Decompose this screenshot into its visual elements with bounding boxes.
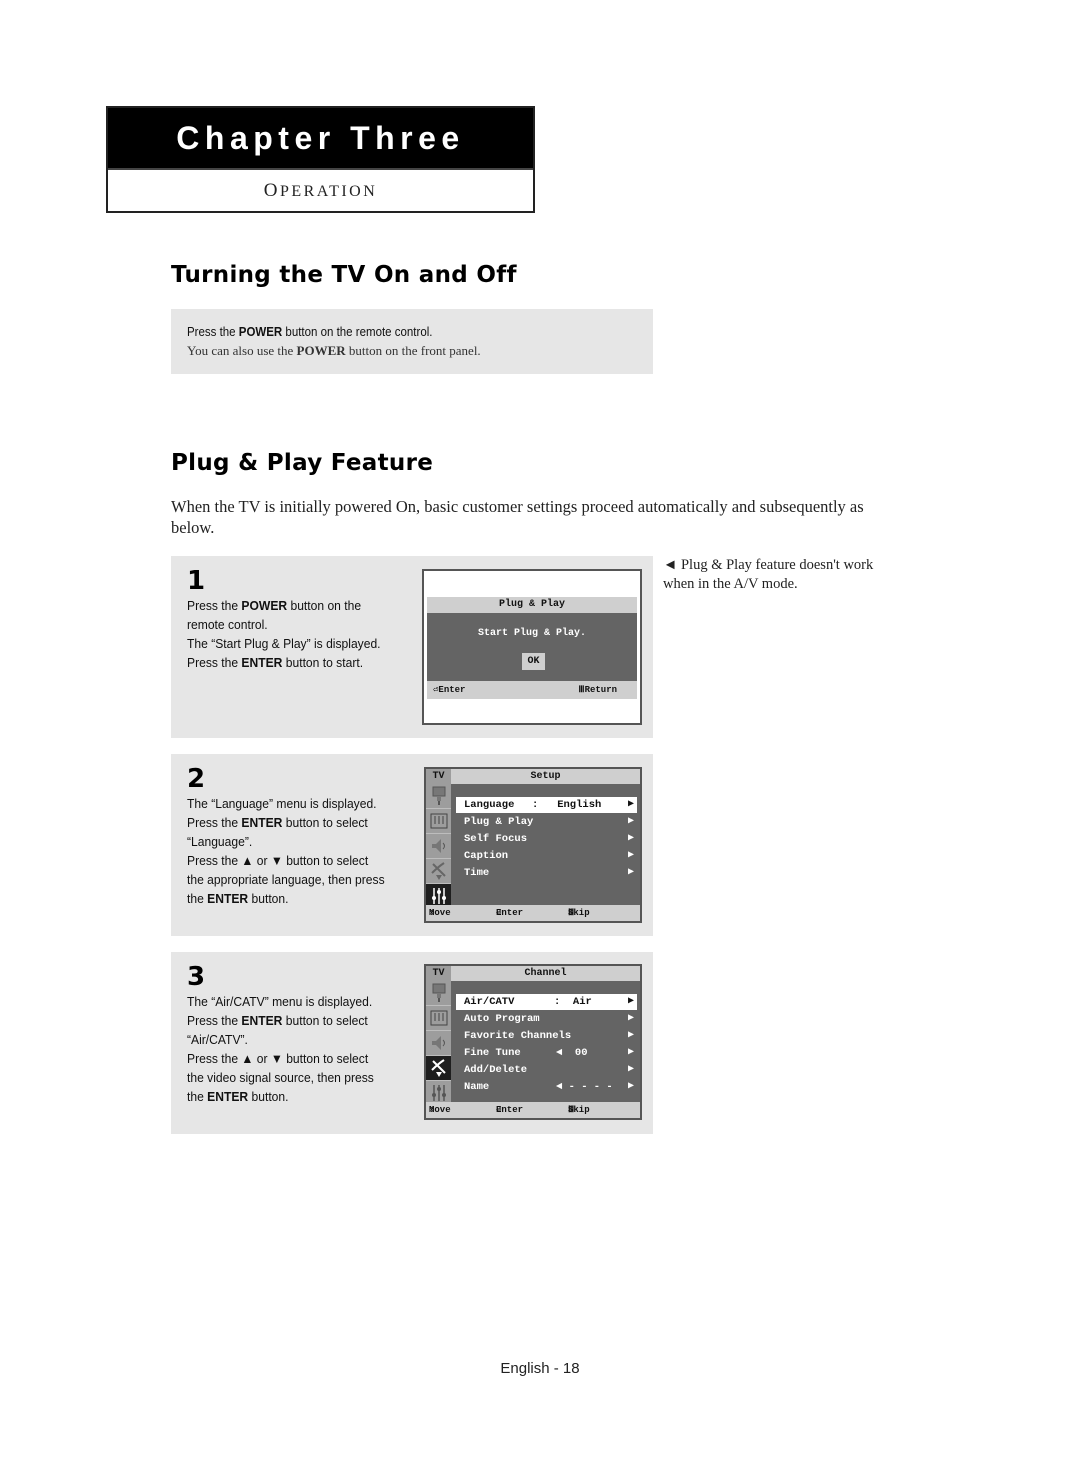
picture-icon[interactable] bbox=[426, 981, 451, 1006]
menu-item-language[interactable]: Language: English ▶ bbox=[456, 797, 637, 813]
arrow-right-icon: ▶ bbox=[627, 996, 634, 1007]
note-line-remote: Press the POWER button on the remote con… bbox=[187, 325, 433, 339]
plug-and-play-screen: Plug & Play Start Plug & Play. OK ⏎Enter… bbox=[422, 569, 642, 725]
av-mode-side-note: ◄ Plug & Play feature doesn't work when … bbox=[663, 557, 874, 592]
section-heading-plug-and-play: Plug & Play Feature bbox=[171, 450, 434, 476]
menu-title: Channel bbox=[524, 968, 567, 979]
arrow-right-icon: ▶ bbox=[627, 816, 634, 827]
step-2: 2 The “Language” menu is displayed. Pres… bbox=[171, 754, 653, 936]
step-number: 1 bbox=[187, 566, 206, 596]
menu-category-sidebar bbox=[426, 981, 451, 1106]
step-instructions: Press the POWER button on the remote con… bbox=[187, 598, 381, 670]
chapter-title: Chapter Three bbox=[108, 108, 533, 168]
menu-item-fine-tune[interactable]: Fine Tune ◄ 00 ▶ bbox=[456, 1045, 637, 1061]
menu-footer: ⇕ Move ⏎ Enter Ⅲ Skip bbox=[426, 1102, 640, 1118]
arrow-right-icon: ▶ bbox=[627, 867, 634, 878]
speaker-icon[interactable] bbox=[426, 834, 451, 859]
step-instructions: The “Air/CATV” menu is displayed. Press … bbox=[187, 994, 374, 1104]
sound-bars-icon[interactable] bbox=[426, 1006, 451, 1031]
screen-body: Start Plug & Play. OK bbox=[427, 613, 637, 681]
screen-message: Start Plug & Play. bbox=[477, 628, 587, 639]
page-number: English - 18 bbox=[500, 1360, 580, 1377]
menu-item-plug-and-play[interactable]: Plug & Play ▶ bbox=[456, 814, 637, 830]
menu-item-name[interactable]: Name ◄ - - - - ▶ bbox=[456, 1079, 637, 1095]
menu-item-air-catv[interactable]: Air/CATV: Air ▶ bbox=[456, 994, 637, 1010]
picture-icon[interactable] bbox=[426, 784, 451, 809]
setup-menu-screen: TV Setup Language: English ▶ Plug & Play ▶… bbox=[424, 767, 642, 923]
menu-item-caption[interactable]: Caption ▶ bbox=[456, 848, 637, 864]
plug-and-play-intro: When the TV is initially powered On, bas… bbox=[171, 497, 864, 537]
menu-title: Setup bbox=[530, 771, 561, 782]
menu-item-favorite-channels[interactable]: Favorite Channels ▶ bbox=[456, 1028, 637, 1044]
arrow-right-icon: ▶ bbox=[627, 1030, 634, 1041]
menu-item-self-focus[interactable]: Self Focus ▶ bbox=[456, 831, 637, 847]
screen-footer: ⏎Enter ⅢReturn bbox=[427, 681, 637, 699]
channel-menu-screen: TV Channel Air/CATV: Air ▶ Auto Program ▶ … bbox=[424, 964, 642, 1120]
arrow-right-icon: ▶ bbox=[627, 833, 634, 844]
arrow-right-icon: ▶ bbox=[627, 1064, 634, 1075]
step-number: 2 bbox=[187, 764, 206, 794]
satellite-dish-icon[interactable] bbox=[426, 859, 451, 884]
note-line-front-panel: You can also use the POWER button on the… bbox=[187, 343, 481, 358]
speaker-icon[interactable] bbox=[426, 1031, 451, 1056]
arrow-right-icon: ▶ bbox=[627, 1013, 634, 1024]
arrow-right-icon: ▶ bbox=[627, 850, 634, 861]
screen-title: Plug & Play bbox=[427, 597, 637, 613]
step-3: 3 The “Air/CATV” menu is displayed. Pres… bbox=[171, 952, 653, 1134]
tv-label: TV bbox=[426, 966, 451, 981]
menu-item-time[interactable]: Time ▶ bbox=[456, 865, 637, 881]
arrow-right-icon: ▶ bbox=[627, 1081, 634, 1092]
step-1: 1 Press the POWER button on the remote c… bbox=[171, 556, 653, 738]
chapter-subtitle: OPERATION bbox=[108, 168, 533, 211]
arrow-right-icon: ▶ bbox=[627, 1047, 634, 1058]
menu-item-add-delete[interactable]: Add/Delete ▶ bbox=[456, 1062, 637, 1078]
menu-category-sidebar bbox=[426, 784, 451, 909]
chapter-header: Chapter Three OPERATION bbox=[106, 106, 535, 213]
section-heading-turning-on-off: Turning the TV On and Off bbox=[171, 262, 517, 288]
arrow-right-icon: ▶ bbox=[627, 799, 634, 810]
tv-label: TV bbox=[426, 769, 451, 784]
satellite-dish-icon[interactable] bbox=[426, 1056, 451, 1081]
step-number: 3 bbox=[187, 962, 206, 992]
step-instructions: The “Language” menu is displayed. Press … bbox=[187, 796, 385, 906]
menu-footer: ⇕ Move ⏎ Enter Ⅲ Skip bbox=[426, 905, 640, 921]
power-note-box: Press the POWER button on the remote con… bbox=[171, 309, 653, 374]
menu-item-auto-program[interactable]: Auto Program ▶ bbox=[456, 1011, 637, 1027]
sound-bars-icon[interactable] bbox=[426, 809, 451, 834]
ok-button[interactable]: OK bbox=[522, 653, 545, 670]
